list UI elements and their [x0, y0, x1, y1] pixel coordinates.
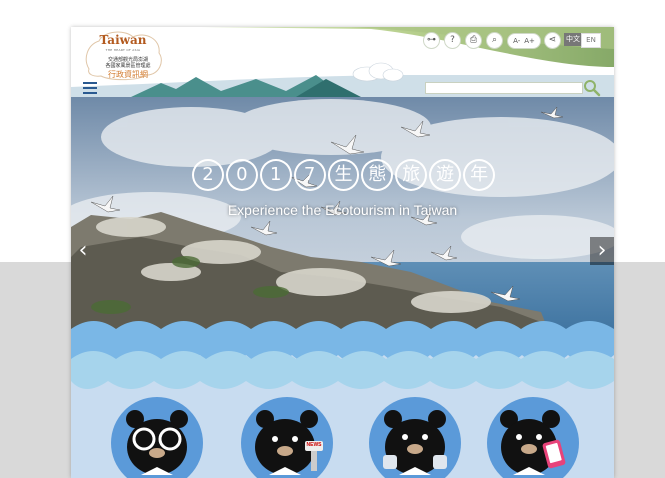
hero-subtitle: Experience the Ecotourism in Taiwan — [227, 202, 458, 218]
logo-subtitle: THE HEART OF ASIA — [105, 48, 141, 52]
logo-site-name: 行政資訊網 — [108, 70, 148, 79]
logo-agency-line2: 各國家風景區管理處 — [105, 63, 151, 69]
search-input[interactable] — [425, 82, 583, 94]
hero-title-char: 遊 — [429, 159, 462, 191]
bear-binoculars-icon — [383, 410, 447, 475]
hero-title-char: 7 — [293, 159, 326, 191]
news-label: NEWS — [306, 442, 322, 448]
website-frame: Taiwan THE HEART OF ASIA 交通部觀光局澎湖 各國家風景區… — [71, 27, 614, 478]
bear-phone-icon — [500, 410, 566, 475]
site-header: Taiwan THE HEART OF ASIA 交通部觀光局澎湖 各國家風景區… — [71, 27, 614, 97]
site-logo[interactable]: Taiwan THE HEART OF ASIA 交通部觀光局澎湖 各國家風景區… — [81, 29, 165, 81]
lang-en-button[interactable]: EN — [581, 33, 601, 48]
bear-news-mascot[interactable]: NEWS — [241, 397, 333, 478]
share-icon[interactable]: ⋖ — [544, 32, 561, 49]
hamburger-menu-icon[interactable] — [83, 82, 97, 94]
hero-title-char: 1 — [259, 159, 292, 191]
hero-title-char: 生 — [327, 159, 360, 191]
logo-title: Taiwan — [99, 33, 147, 47]
bear-binoculars-mascot[interactable] — [369, 397, 461, 478]
font-size-control: A- A+ — [507, 33, 541, 49]
wave-divider — [71, 337, 614, 397]
hero-title-char: 年 — [463, 159, 496, 191]
hero-title: 2 0 1 7 生 態 旅 遊 年 — [191, 159, 496, 193]
font-larger-button[interactable]: A+ — [524, 37, 535, 45]
print-icon[interactable]: ⎙ — [465, 32, 482, 49]
search-icon[interactable] — [583, 79, 601, 97]
hero-title-char: 旅 — [395, 159, 428, 191]
carousel-next-icon[interactable]: › — [590, 237, 614, 265]
hero-title-char: 0 — [225, 159, 258, 191]
hero-banner: 2 0 1 7 生 態 旅 遊 年 Experience the Ecotour… — [71, 97, 614, 337]
mascot-section: NEWS — [71, 337, 614, 478]
bear-glasses-icon — [126, 410, 188, 475]
font-smaller-button[interactable]: A- — [513, 37, 520, 45]
bear-glasses-mascot[interactable] — [111, 397, 203, 478]
carousel-prev-icon[interactable]: ‹ — [71, 237, 95, 265]
bear-phone-mascot[interactable] — [487, 397, 579, 478]
help-icon[interactable]: ? — [444, 32, 461, 49]
sitemap-icon[interactable]: ⊶ — [423, 32, 440, 49]
hero-title-char: 2 — [192, 159, 224, 191]
lang-zh-button[interactable]: 中文 — [564, 33, 582, 46]
hero-title-char: 態 — [361, 159, 394, 191]
zoom-icon[interactable]: ⌕ — [486, 32, 503, 49]
bear-news-icon — [255, 410, 323, 475]
